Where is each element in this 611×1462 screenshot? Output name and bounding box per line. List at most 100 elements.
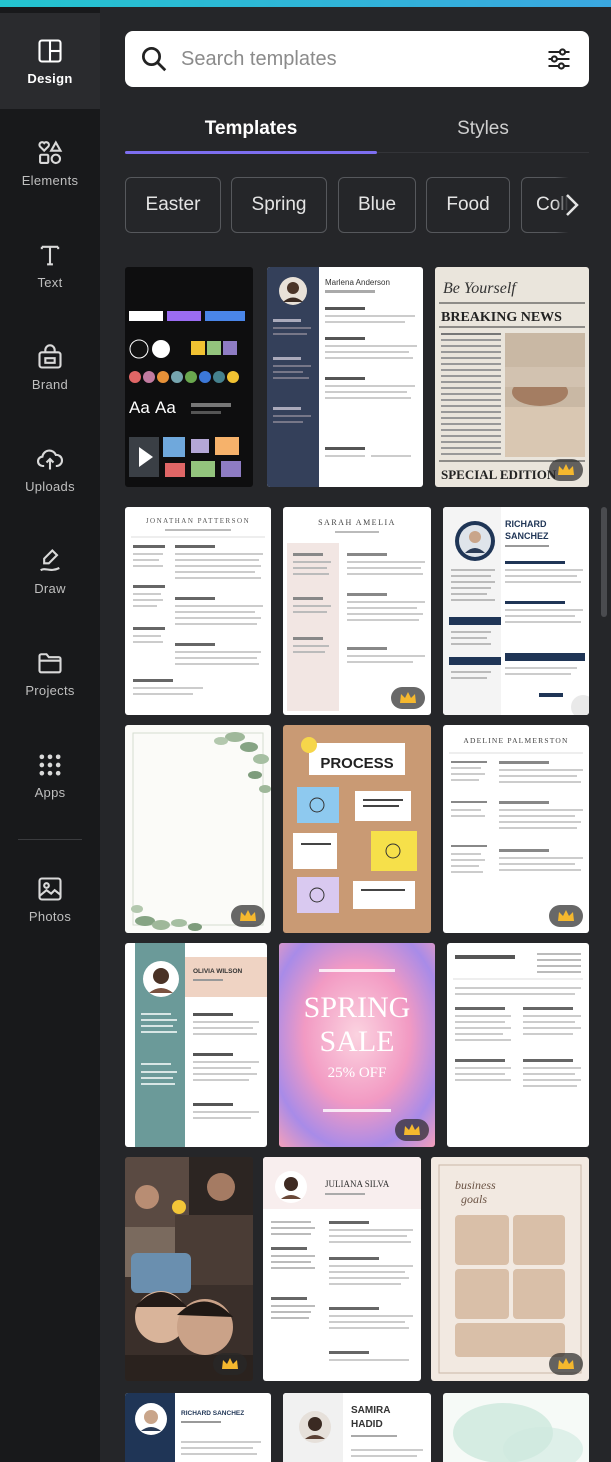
rail-label: Design bbox=[27, 70, 73, 86]
resume-name-line2: HADID bbox=[351, 1419, 383, 1430]
template-resume-sarah[interactable]: SARAH AMELIA bbox=[283, 507, 431, 715]
resume-name: SARAH AMELIA bbox=[318, 518, 396, 527]
template-resume-marlena[interactable]: Marlena Anderson bbox=[267, 267, 423, 487]
brand-icon bbox=[38, 343, 62, 369]
rail-item-projects[interactable]: Projects bbox=[0, 625, 100, 721]
template-breaking-news[interactable]: Be Yourself BREAKING NEWS SPECIAL EDITIO… bbox=[435, 267, 589, 487]
resume-name: JONATHAN PATTERSON bbox=[146, 517, 250, 525]
cloud-upload-icon bbox=[37, 449, 64, 469]
rail-label: Elements bbox=[21, 172, 79, 188]
template-spring-sale[interactable]: SPRING SALE 25% OFF bbox=[279, 943, 435, 1147]
tab-styles[interactable]: Styles bbox=[383, 107, 583, 151]
resume-name: OLIVIA WILSON bbox=[193, 968, 243, 975]
chip-easter[interactable]: Easter bbox=[125, 177, 221, 233]
news-script: Be Yourself bbox=[443, 280, 518, 297]
template-resume-richard-2[interactable]: RICHARD SANCHEZ bbox=[125, 1393, 271, 1462]
tab-bar: Templates Styles bbox=[125, 107, 589, 155]
premium-crown-badge bbox=[549, 459, 583, 481]
goals-title-line2: goals bbox=[461, 1192, 487, 1206]
chip-food[interactable]: Food bbox=[426, 177, 510, 233]
resume-name: ADELINE PALMERSTON bbox=[463, 736, 568, 745]
templates-panel: Templates Styles Easter Spring Blue Food… bbox=[100, 7, 611, 1462]
crown-icon bbox=[240, 910, 256, 921]
premium-crown-badge bbox=[213, 1353, 247, 1375]
rail-divider bbox=[18, 839, 82, 840]
template-resume-samira[interactable]: SAMIRA HADID bbox=[283, 1393, 431, 1462]
crown-icon bbox=[404, 1124, 420, 1135]
template-resume-olivia[interactable]: OLIVIA WILSON bbox=[125, 943, 267, 1147]
search-input[interactable] bbox=[181, 47, 521, 71]
rail-label: Draw bbox=[34, 580, 66, 596]
rail-item-design[interactable]: Design bbox=[0, 13, 100, 109]
brand-kit-sample-2: Aa bbox=[155, 398, 176, 417]
search-bar bbox=[125, 31, 589, 87]
goals-title-line1: business bbox=[455, 1178, 496, 1192]
grid-dots-icon bbox=[39, 754, 61, 775]
sale-line1: SPRING bbox=[304, 991, 411, 1024]
crown-icon bbox=[558, 910, 574, 921]
template-resume-adeline[interactable]: ADELINE PALMERSTON bbox=[443, 725, 589, 933]
chips-next-button[interactable] bbox=[555, 177, 589, 233]
rail-item-elements[interactable]: Elements bbox=[0, 115, 100, 211]
news-headline: BREAKING NEWS bbox=[441, 310, 562, 325]
text-icon bbox=[40, 245, 60, 265]
category-chips: Easter Spring Blue Food Coll bbox=[125, 177, 589, 235]
layout-icon bbox=[38, 38, 62, 63]
template-grid: Aa Aa Marlena Anderson Be Yourself BREAK… bbox=[125, 267, 589, 1462]
scrollbar[interactable] bbox=[601, 507, 607, 617]
premium-crown-badge bbox=[395, 1119, 429, 1141]
template-watercolor[interactable] bbox=[443, 1393, 589, 1462]
crown-icon bbox=[400, 692, 416, 703]
template-resume-juliana[interactable]: JULIANA SILVA bbox=[263, 1157, 421, 1381]
process-title: PROCESS bbox=[320, 755, 393, 772]
resume-name-line2: SANCHEZ bbox=[505, 531, 549, 541]
top-accent-bar bbox=[0, 0, 611, 7]
rail-label: Apps bbox=[34, 784, 66, 800]
rail-item-apps[interactable]: Apps bbox=[0, 727, 100, 823]
template-eucalyptus-border[interactable] bbox=[125, 725, 271, 933]
resume-name: RICHARD SANCHEZ bbox=[181, 1410, 244, 1417]
sale-line2: SALE bbox=[320, 1025, 395, 1058]
tab-templates[interactable]: Templates bbox=[125, 107, 377, 151]
chevron-right-icon bbox=[566, 194, 579, 216]
resume-name-line1: SAMIRA bbox=[351, 1405, 390, 1416]
crown-icon bbox=[558, 464, 574, 475]
resume-name-line1: RICHARD bbox=[505, 519, 547, 529]
tab-active-indicator bbox=[125, 151, 377, 154]
chip-blue[interactable]: Blue bbox=[338, 177, 416, 233]
side-rail: Design Elements Text Brand Uploads Draw … bbox=[0, 7, 100, 1462]
premium-crown-badge bbox=[549, 1353, 583, 1375]
premium-crown-badge bbox=[231, 905, 265, 927]
rail-item-photos[interactable]: Photos bbox=[0, 851, 100, 947]
shapes-icon bbox=[38, 139, 63, 164]
rail-label: Photos bbox=[28, 908, 72, 924]
pen-icon bbox=[40, 548, 60, 571]
rail-label: Text bbox=[37, 274, 63, 290]
resume-name: Marlena Anderson bbox=[325, 278, 390, 287]
template-business-goals[interactable]: business goals bbox=[431, 1157, 589, 1381]
premium-crown-badge bbox=[549, 905, 583, 927]
rail-label: Uploads bbox=[25, 478, 75, 494]
brand-kit-sample-1: Aa bbox=[129, 398, 150, 417]
folder-icon bbox=[38, 652, 62, 673]
resume-name: JULIANA SILVA bbox=[325, 1179, 390, 1189]
rail-label: Brand bbox=[31, 376, 69, 392]
premium-crown-badge bbox=[391, 687, 425, 709]
rail-label: Projects bbox=[25, 682, 75, 698]
chip-spring[interactable]: Spring bbox=[231, 177, 327, 233]
template-resume-jonathan[interactable]: JONATHAN PATTERSON bbox=[125, 507, 271, 715]
rail-item-brand[interactable]: Brand bbox=[0, 319, 100, 415]
filter-icon[interactable] bbox=[545, 45, 573, 73]
search-icon bbox=[142, 47, 167, 72]
template-photo-collage[interactable] bbox=[125, 1157, 253, 1381]
template-resume-plain[interactable] bbox=[447, 943, 589, 1147]
image-icon bbox=[38, 876, 62, 901]
crown-icon bbox=[558, 1358, 574, 1369]
rail-item-draw[interactable]: Draw bbox=[0, 523, 100, 619]
template-brand-kit[interactable]: Aa Aa bbox=[125, 267, 253, 487]
template-resume-richard[interactable]: RICHARD SANCHEZ bbox=[443, 507, 589, 715]
news-footer: SPECIAL EDITION bbox=[441, 467, 557, 482]
rail-item-uploads[interactable]: Uploads bbox=[0, 421, 100, 517]
template-process-board[interactable]: PROCESS bbox=[283, 725, 431, 933]
rail-item-text[interactable]: Text bbox=[0, 217, 100, 313]
